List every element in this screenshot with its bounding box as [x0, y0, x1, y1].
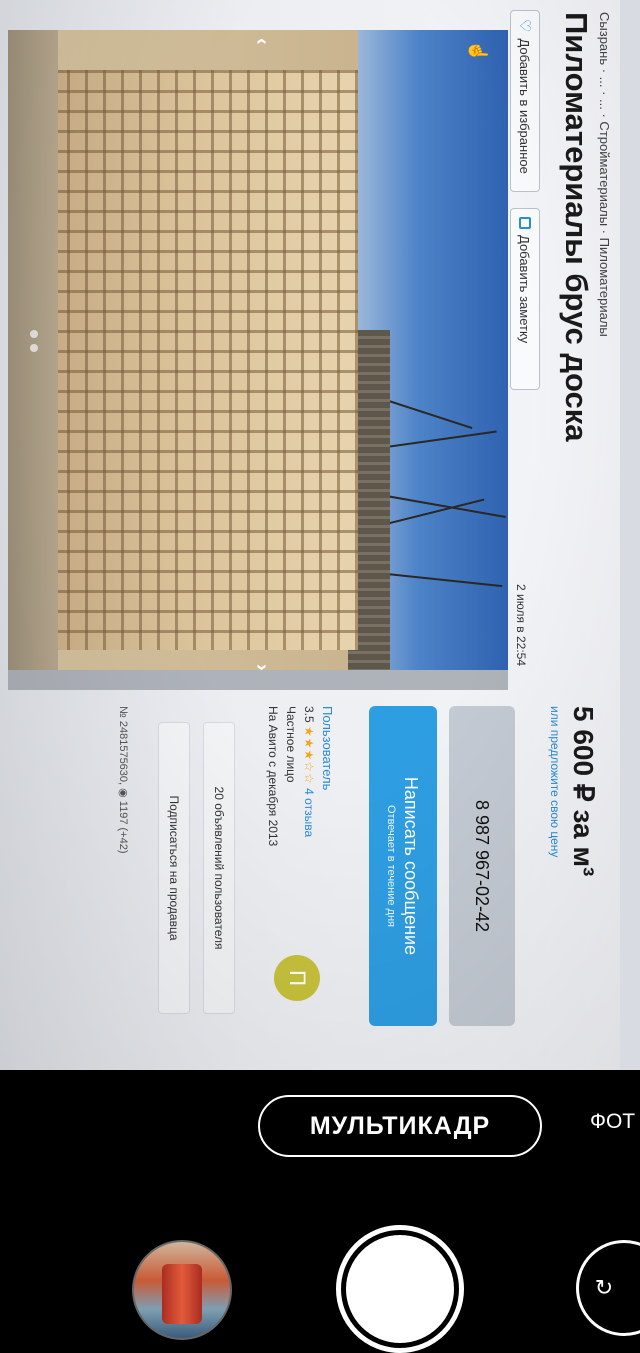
add-favorite-button[interactable]: ♡ Добавить в избранное	[510, 10, 540, 192]
response-time: Отвечает в течение дня	[385, 804, 397, 928]
chevron-left-icon[interactable]: ‹	[251, 38, 273, 56]
add-note-button[interactable]: Добавить заметку	[510, 208, 540, 390]
cursor-icon: ☝	[468, 40, 488, 63]
ad-meta: № 2481575630, ◉ 1197 (+42)	[117, 706, 129, 854]
write-message-label: Написать сообщение	[401, 776, 421, 956]
switch-camera-icon[interactable]: ↻	[576, 1240, 640, 1336]
rating-stars-icon: ★★★☆☆	[302, 726, 316, 785]
add-favorite-label: Добавить в избранное	[517, 38, 533, 174]
show-phone-button[interactable]: 8 987 967-02-42	[449, 706, 515, 1026]
photographed-listing-page: Сызрань · ... · ... · Стройматериалы · П…	[0, 0, 620, 1070]
user-ads-button[interactable]: 20 объявлений пользователя	[203, 722, 235, 1014]
gallery-thumbnail[interactable]	[132, 1240, 232, 1340]
avatar[interactable]: П	[274, 955, 320, 1001]
heart-icon: ♡	[516, 19, 533, 33]
camera-mode-selector[interactable]: МУЛЬТИКАДР	[258, 1095, 542, 1157]
camera-mode-next[interactable]: ФОТ	[590, 1110, 635, 1134]
listing-title: Пиломатериалы брус доска	[559, 12, 594, 442]
shutter-button[interactable]	[346, 1235, 454, 1343]
add-note-label: Добавить заметку	[517, 235, 533, 344]
camera-controls: МУЛЬТИКАДР ФОТ ↻	[0, 1070, 640, 1353]
rating-value: 3.5	[302, 706, 316, 723]
chevron-right-icon[interactable]: ›	[251, 664, 273, 682]
listing-date: 2 июля в 22:54	[514, 584, 528, 667]
seller-since: На Авито с декабря 2013	[266, 706, 280, 847]
write-message-button[interactable]: Написать сообщение Отвечает в течение дн…	[369, 706, 437, 1026]
note-icon	[519, 217, 531, 229]
seller-rating: 3.5 ★★★☆☆ 4 отзыва	[302, 706, 316, 837]
subscribe-button[interactable]: Подписаться на продавца	[158, 722, 190, 1014]
seller-type: Частное лицо	[284, 706, 298, 783]
price: 5 600 ₽ за м³	[568, 706, 599, 877]
breadcrumb[interactable]: Сызрань · ... · ... · Стройматериалы · П…	[597, 12, 612, 337]
lumber-photo: ☝	[8, 30, 508, 670]
photo-gallery[interactable]: ☝ ‹ ›	[8, 30, 508, 690]
camera-viewfinder: Сызрань · ... · ... · Стройматериалы · П…	[0, 0, 640, 1070]
seller-role[interactable]: Пользователь	[320, 706, 335, 790]
reviews-link[interactable]: 4 отзыва	[302, 788, 316, 837]
offer-price-link[interactable]: или предложите свою цену	[548, 706, 562, 857]
